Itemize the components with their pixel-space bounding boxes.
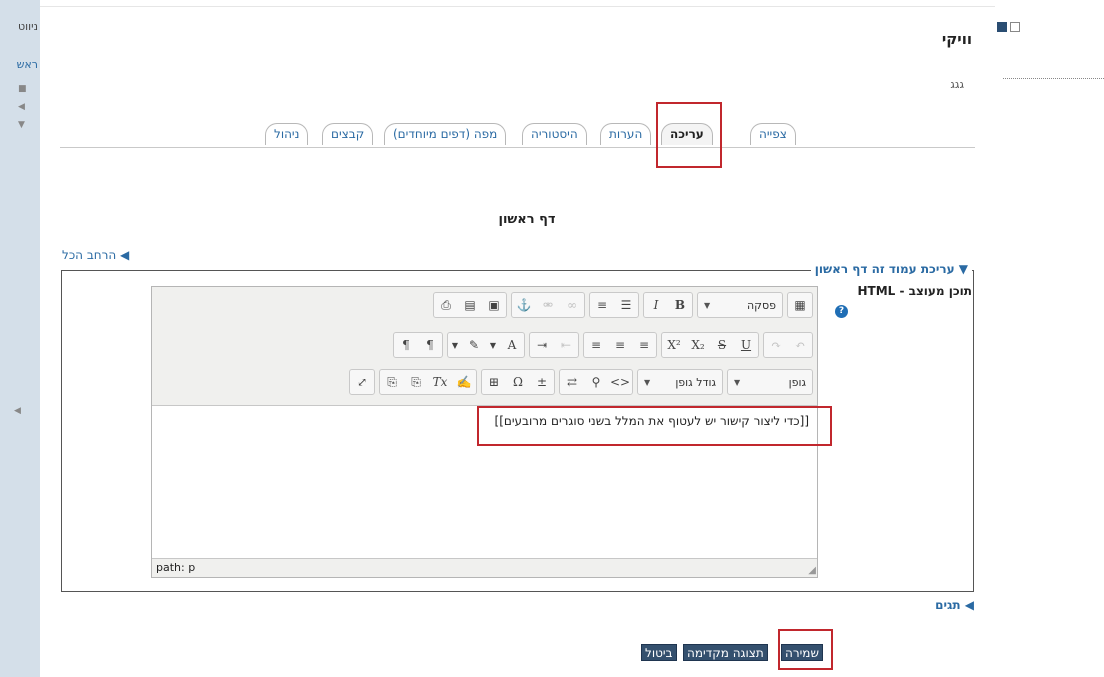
edit-page-title: דף ראשון (498, 212, 556, 227)
paste-text-icon[interactable]: ⎘ (404, 370, 428, 394)
strikethrough-icon[interactable]: S (710, 333, 734, 357)
media-icon[interactable]: ▤ (458, 293, 482, 317)
expand-arrow-icon[interactable]: ▼ (18, 120, 25, 130)
manage-files-icon[interactable]: ⎙ (434, 293, 458, 317)
align-left-icon[interactable]: ≡ (632, 333, 656, 357)
tab-files[interactable]: קבצים (322, 123, 374, 145)
align-right-icon[interactable]: ≡ (584, 333, 608, 357)
redo-icon[interactable]: ↷ (764, 333, 788, 357)
replace-icon[interactable]: ⇄ (560, 370, 584, 394)
outdent-icon[interactable]: ⇤ (554, 333, 578, 357)
minimize-icon[interactable] (1010, 22, 1020, 32)
numbered-list-icon[interactable]: ≡ (590, 293, 614, 317)
image-icon[interactable]: ▣ (482, 293, 506, 317)
font-size-select[interactable]: גודל גופן ▼ (638, 370, 722, 394)
editor-path: path: p (156, 561, 196, 574)
superscript-icon[interactable]: X² (662, 333, 686, 357)
toggle-toolbar-icon[interactable]: ▦ (788, 293, 812, 317)
text-color-dropdown-icon[interactable]: ▼ (486, 333, 500, 357)
tab-map[interactable]: מפה (דפים מיוחדים) (384, 123, 507, 145)
toolbar-row-1: ▦ פסקה ▼ B I ☰ ≡ ∞ ⚮ ⚓ ▣ ▤ ⎙ (429, 292, 813, 318)
cancel-button[interactable]: ביטול (641, 644, 677, 661)
indent-icon[interactable]: ⇥ (530, 333, 554, 357)
highlight-box-edit-tab (656, 102, 722, 168)
search-icon[interactable]: ⚲ (584, 370, 608, 394)
expand-arrow-icon: ▼ (954, 262, 968, 276)
field-label: תוכן מעוצב - HTML (857, 284, 972, 298)
collapse-arrow-icon: ◀ (116, 248, 130, 262)
tab-history[interactable]: היסטוריה (522, 123, 587, 145)
clean-format-icon[interactable]: ✍ (452, 370, 476, 394)
nav-block-title: ניווט (18, 20, 38, 33)
html-source-icon[interactable]: <> (608, 370, 632, 394)
expand-all-link[interactable]: ◀ הרחב הכל (62, 248, 129, 262)
dock-arrow-icon[interactable]: ◀ (14, 406, 21, 416)
font-family-select[interactable]: גופן ▼ (728, 370, 812, 394)
nav-block: ניווט ראש ■ ◀ ▼ ◀ (0, 0, 40, 677)
paragraph-select-label: פסקה (747, 298, 776, 312)
underline-icon[interactable]: U (734, 333, 758, 357)
link-icon[interactable]: ∞ (560, 293, 584, 317)
tab-comments[interactable]: הערות (600, 123, 652, 145)
page-subtitle: גגג (950, 78, 964, 91)
highlight-box-save-button (778, 629, 833, 670)
page-title: וויקי (941, 30, 972, 48)
clear-formatting-icon[interactable]: Tx (428, 370, 452, 394)
paste-word-icon[interactable]: ⎘ (380, 370, 404, 394)
undo-icon[interactable]: ↶ (788, 333, 812, 357)
collapse-arrow-icon: ◀ (960, 598, 974, 612)
equation-icon[interactable]: ± (530, 370, 554, 394)
tags-label: תגים (935, 598, 961, 612)
right-column (995, 0, 1104, 677)
tab-admin[interactable]: ניהול (265, 123, 309, 145)
special-char-icon[interactable]: Ω (506, 370, 530, 394)
preview-button[interactable]: תצוגה מקדימה (683, 644, 768, 661)
top-border (40, 6, 995, 7)
bold-icon[interactable]: B (668, 293, 692, 317)
editor-status-bar: path: p ◢ (152, 558, 817, 577)
italic-icon[interactable]: I (644, 293, 668, 317)
font-family-select-label: גופן (788, 375, 806, 389)
bullet-list-icon[interactable]: ☰ (614, 293, 638, 317)
text-color-icon[interactable]: A (500, 333, 524, 357)
rtl-icon[interactable]: ¶ (394, 333, 418, 357)
toolbar-row-3: גופן ▼ גודל גופן ▼ <> ⚲ ⇄ ± Ω ⊞ ✍ Tx ⎘ ⎘ (345, 369, 813, 395)
fieldset-legend[interactable]: ▼ עריכת עמוד זה דף ראשון (810, 262, 972, 276)
dock-icon[interactable] (997, 22, 1007, 32)
highlight-box-editor-content (477, 406, 832, 446)
expand-all-label: הרחב הכל (62, 248, 117, 262)
fullscreen-icon[interactable]: ⤢ (350, 370, 374, 394)
block-controls (997, 20, 1023, 33)
resize-handle-icon[interactable]: ◢ (808, 565, 816, 576)
chevron-down-icon: ▼ (704, 300, 711, 310)
chevron-down-icon: ▼ (734, 377, 741, 387)
paragraph-select[interactable]: פסקה ▼ (698, 293, 782, 317)
bullet-icon: ■ (18, 84, 27, 94)
subscript-icon[interactable]: X₂ (686, 333, 710, 357)
anchor-icon[interactable]: ⚓ (512, 293, 536, 317)
background-color-dropdown-icon[interactable]: ▼ (448, 333, 462, 357)
tab-bar: צפייה עריכה הערות היסטוריה מפה (דפים מיו… (60, 120, 975, 148)
toolbar-row-2: ↶ ↷ U S X₂ X² ≡ ≡ ≡ ⇤ ⇥ A ▼ ✎ ▼ ¶ ¶ (389, 332, 813, 358)
background-color-icon[interactable]: ✎ (462, 333, 486, 357)
collapse-arrow-icon[interactable]: ◀ (18, 102, 25, 112)
tags-link[interactable]: ◀ תגים (935, 598, 974, 612)
dotted-divider (1003, 78, 1104, 79)
chevron-down-icon: ▼ (644, 377, 651, 387)
legend-label: עריכת עמוד זה דף ראשון (814, 262, 955, 276)
editor-toolbar: ▦ פסקה ▼ B I ☰ ≡ ∞ ⚮ ⚓ ▣ ▤ ⎙ ↶ ↷ U S X₂ … (152, 287, 817, 406)
nav-home-link[interactable]: ראש (0, 58, 40, 71)
font-size-select-label: גודל גופן (675, 375, 716, 389)
ltr-icon[interactable]: ¶ (418, 333, 442, 357)
table-icon[interactable]: ⊞ (482, 370, 506, 394)
align-center-icon[interactable]: ≡ (608, 333, 632, 357)
unlink-icon[interactable]: ⚮ (536, 293, 560, 317)
tab-view[interactable]: צפייה (750, 123, 796, 145)
help-icon[interactable]: ? (835, 305, 848, 318)
